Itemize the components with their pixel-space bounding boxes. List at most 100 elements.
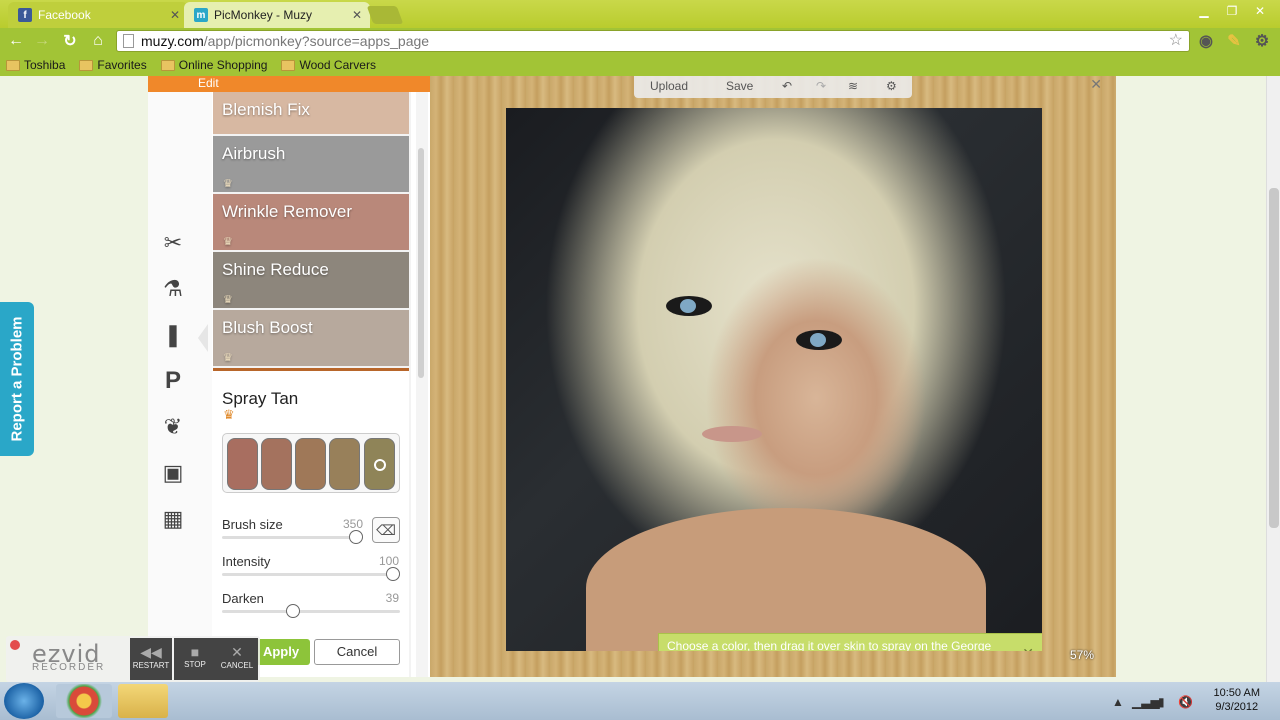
upload-button[interactable]: Upload — [650, 79, 688, 93]
close-icon[interactable]: ✕ — [170, 8, 180, 22]
swatch-2[interactable] — [261, 438, 292, 490]
bookmark-toshiba[interactable]: Toshiba — [6, 58, 65, 72]
photo-canvas[interactable]: Choose a color, then drag it over skin t… — [506, 108, 1042, 651]
tray-arrow-icon[interactable]: ▲ — [1112, 695, 1124, 709]
tool-list-scrollbar[interactable] — [416, 92, 428, 677]
ezvid-sub: RECORDER — [32, 662, 106, 673]
bookmark-wood-carvers[interactable]: Wood Carvers — [281, 58, 376, 72]
address-bar[interactable]: muzy.com/app/picmonkey?source=apps_page … — [116, 30, 1190, 52]
bookmark-label: Wood Carvers — [299, 58, 376, 72]
reload-icon[interactable]: ↻ — [60, 31, 80, 51]
bookmark-online-shopping[interactable]: Online Shopping — [160, 58, 267, 72]
photo-lips — [702, 426, 762, 442]
close-window-icon[interactable]: ✕ — [1248, 2, 1272, 20]
layers-icon[interactable]: ≋ — [848, 79, 858, 93]
swatch-5-selected[interactable] — [364, 438, 395, 490]
close-icon[interactable]: ✕ — [1022, 646, 1034, 652]
bookmark-label: Favorites — [97, 58, 147, 72]
darken-track[interactable] — [222, 610, 400, 613]
intensity-track[interactable] — [222, 573, 400, 576]
url-host: muzy.com — [141, 33, 204, 49]
page-scrollbar[interactable] — [1266, 76, 1280, 682]
settings-gear-icon[interactable]: ⚙ — [886, 79, 897, 93]
back-icon[interactable]: ← — [6, 31, 26, 51]
battery-icon[interactable]: ▮ — [1158, 695, 1165, 709]
undo-icon[interactable]: ↶ — [782, 79, 792, 93]
clock-date: 9/3/2012 — [1215, 701, 1259, 713]
edit-header-label: Edit — [198, 76, 219, 90]
restore-icon[interactable]: ❐ — [1220, 2, 1244, 20]
eraser-button[interactable]: ⌫ — [372, 517, 400, 543]
restart-label: RESTART — [132, 661, 170, 670]
folder-icon — [6, 59, 20, 71]
volume-muted-icon[interactable]: 🔇 — [1178, 695, 1193, 709]
tool-wrinkle-remover[interactable]: Wrinkle Remover ♛ — [213, 194, 409, 250]
swatch-4[interactable] — [329, 438, 360, 490]
effects-flask-icon[interactable]: ⚗ — [160, 276, 186, 302]
swatch-1[interactable] — [227, 438, 258, 490]
save-button[interactable]: Save — [726, 79, 753, 93]
textures-icon[interactable]: ▦ — [160, 506, 186, 532]
stop-button[interactable]: ■ STOP — [174, 638, 216, 680]
bookmark-star-icon[interactable]: ☆ — [1169, 31, 1183, 51]
frames-icon[interactable]: ▣ — [160, 460, 186, 486]
overlays-heart-icon[interactable]: ❦ — [160, 414, 186, 440]
extension-icon[interactable]: ◉ — [1196, 31, 1216, 51]
forward-icon[interactable]: → — [32, 31, 52, 51]
report-problem-tab[interactable]: Report a Problem — [0, 302, 34, 456]
basic-edits-icon[interactable]: ✂ — [160, 230, 186, 256]
hint-text: Choose a color, then drag it over skin t… — [667, 639, 992, 651]
touch-up-brush-icon[interactable]: ❚ — [160, 322, 186, 348]
redo-icon[interactable]: ↷ — [816, 79, 826, 93]
tab-facebook[interactable]: f Facebook ✕ — [8, 2, 188, 28]
swatch-3[interactable] — [295, 438, 326, 490]
new-tab-button[interactable] — [366, 6, 404, 24]
intensity-knob[interactable] — [386, 567, 400, 581]
chrome-taskbar-icon[interactable] — [56, 684, 112, 718]
tool-blush-boost[interactable]: Blush Boost ♛ — [213, 310, 409, 366]
eraser-icon: ⌫ — [376, 522, 396, 538]
brush-size-label: Brush size — [222, 517, 283, 532]
folder-icon — [79, 59, 94, 71]
home-icon[interactable]: ⌂ — [88, 31, 108, 51]
zoom-level[interactable]: 57% — [1070, 648, 1094, 662]
intensity-value: 100 — [378, 554, 399, 568]
selected-ring-icon — [374, 459, 386, 471]
report-label: Report a Problem — [8, 316, 26, 442]
tool-shine-reduce[interactable]: Shine Reduce ♛ — [213, 252, 409, 308]
extension-pen-icon[interactable]: ✎ — [1224, 31, 1244, 51]
scroll-thumb[interactable] — [418, 148, 424, 378]
browser-titlebar: f Facebook ✕ m PicMonkey - Muzy ✕ ▁ ❐ ✕ — [0, 0, 1280, 28]
explorer-taskbar-icon[interactable] — [118, 684, 168, 718]
tool-airbrush[interactable]: Airbrush ♛ — [213, 136, 409, 192]
wrench-icon[interactable]: ⚙ — [1252, 31, 1272, 51]
bookmark-favorites[interactable]: Favorites — [79, 58, 147, 72]
tool-label: Blemish Fix — [222, 100, 310, 119]
text-p-icon[interactable]: P — [160, 367, 186, 394]
minimize-icon[interactable]: ▁ — [1192, 2, 1216, 20]
cancel-button[interactable]: Cancel — [314, 639, 400, 665]
brush-size-knob[interactable] — [349, 530, 363, 544]
selected-category-arrow — [198, 324, 208, 352]
signal-icon[interactable]: ▁▃▅ — [1132, 695, 1160, 709]
close-editor-icon[interactable]: ✕ — [1090, 76, 1102, 93]
restart-button[interactable]: ◀◀ RESTART — [130, 638, 172, 680]
close-icon[interactable]: ✕ — [352, 8, 362, 22]
stop-label: STOP — [184, 660, 206, 669]
brush-size-track[interactable] — [222, 536, 362, 539]
darken-label: Darken — [222, 591, 264, 606]
start-button[interactable] — [4, 683, 44, 719]
crown-icon: ♛ — [223, 352, 233, 364]
cancel-record-button[interactable]: ✕ CANCEL — [216, 638, 258, 680]
panel-title: Spray Tan — [222, 389, 299, 408]
canvas-area[interactable]: Upload Save ↶ ↷ ≋ ⚙ ✕ Choose a color, th… — [430, 76, 1116, 677]
taskbar: ▲ ▁▃▅ ▮ 🔇 10:50 AM 9/3/2012 — [0, 682, 1280, 720]
clock[interactable]: 10:50 AM 9/3/2012 — [1214, 686, 1260, 714]
tab-label: PicMonkey - Muzy — [214, 8, 313, 22]
apply-button[interactable]: Apply — [252, 639, 310, 665]
tab-picmonkey[interactable]: m PicMonkey - Muzy ✕ — [184, 2, 370, 28]
scroll-thumb[interactable] — [1269, 188, 1279, 528]
darken-knob[interactable] — [286, 604, 300, 618]
ezvid-recorder: ezvid RECORDER ◀◀ RESTART ■ STOP ✕ CANCEL — [6, 636, 260, 682]
tool-blemish-fix[interactable]: Blemish Fix — [213, 92, 409, 134]
